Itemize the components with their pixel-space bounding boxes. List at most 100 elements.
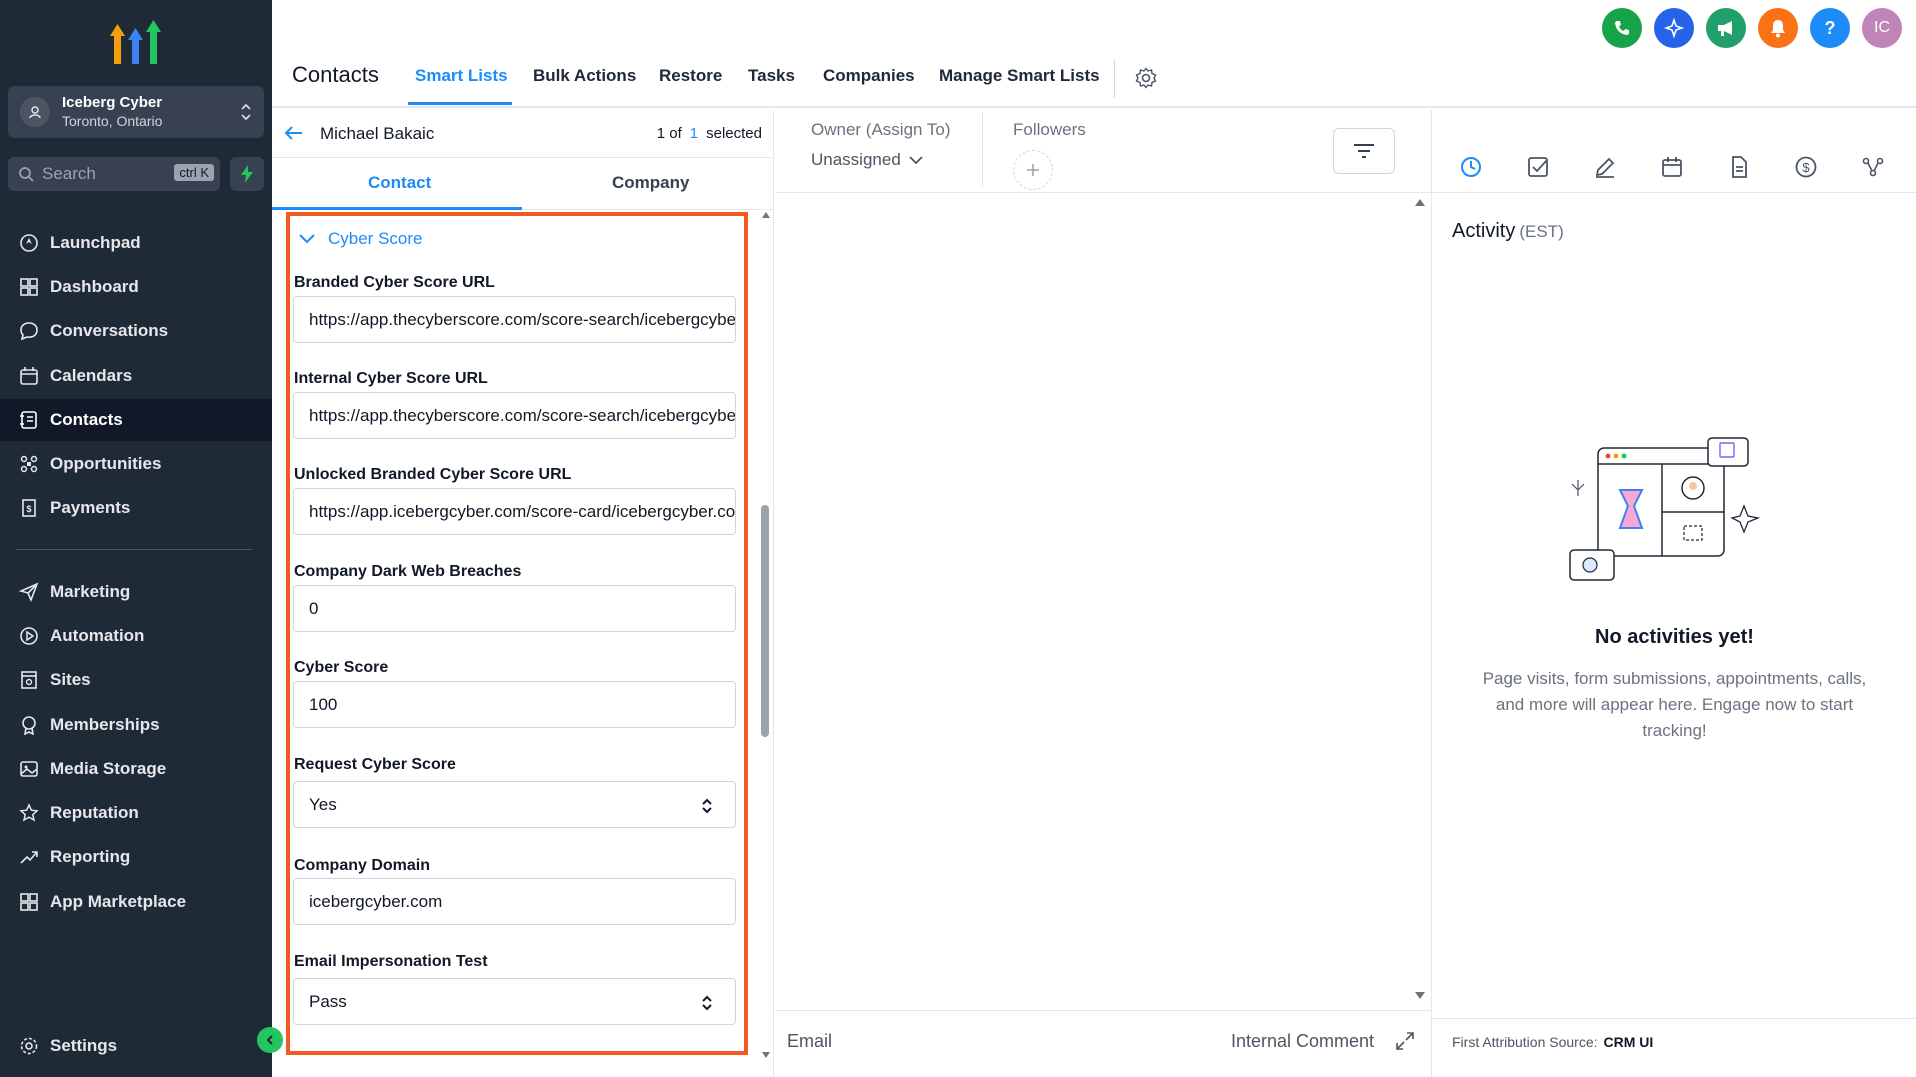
tab-manage-smart-lists[interactable]: Manage Smart Lists — [939, 66, 1100, 86]
sites-icon — [18, 669, 40, 691]
tab-smart-lists[interactable]: Smart Lists — [415, 66, 508, 86]
input-branded-cyber-score-url[interactable]: https://app.thecyberscore.com/score-sear… — [293, 296, 736, 343]
input-company-domain[interactable]: icebergcyber.com — [293, 878, 736, 925]
subtab-contact[interactable]: Contact — [368, 173, 431, 193]
opportunities-icon — [18, 453, 40, 475]
quick-actions-button[interactable] — [230, 157, 264, 191]
sidebar-item-reputation[interactable]: Reputation — [0, 792, 272, 834]
add-follower-button[interactable] — [1013, 150, 1053, 190]
followers-label: Followers — [1013, 120, 1086, 139]
select-request-cyber-score[interactable]: Yes — [293, 781, 736, 828]
brand-logo[interactable] — [108, 16, 164, 72]
filter-icon — [1353, 143, 1375, 159]
svg-text:$: $ — [1802, 160, 1810, 175]
input-company-dark-web-breaches[interactable]: 0 — [293, 585, 736, 632]
search-placeholder: Search — [42, 164, 96, 183]
activity-panel: $ Activity (EST) No activities yet! Page… — [1431, 110, 1916, 1077]
sidebar-item-conversations[interactable]: Conversations — [0, 310, 272, 352]
sidebar-item-label: Settings — [50, 1036, 118, 1055]
input-unlocked-branded-cyber-score-url[interactable]: https://app.icebergcyber.com/score-card/… — [293, 488, 736, 535]
active-tab-indicator — [408, 102, 512, 105]
section-toggle-cyber-score[interactable]: Cyber Score — [298, 229, 422, 249]
owner-select[interactable]: Unassigned — [811, 150, 923, 170]
scroll-down-icon[interactable] — [1415, 992, 1425, 1000]
expand-icon[interactable] — [1395, 1031, 1415, 1051]
tab-restore[interactable]: Restore — [659, 66, 722, 86]
pencil-icon[interactable] — [1592, 154, 1618, 180]
sidebar-item-label: Launchpad — [50, 233, 141, 252]
sidebar-item-payments[interactable]: $ Payments — [0, 487, 272, 529]
notifications-button[interactable] — [1758, 8, 1798, 48]
dollar-icon[interactable]: $ — [1793, 154, 1819, 180]
field-value: 0 — [309, 598, 319, 618]
ai-assist-button[interactable] — [1654, 8, 1694, 48]
activity-history-icon[interactable] — [1458, 154, 1484, 180]
document-icon[interactable] — [1726, 154, 1752, 180]
field-value: Yes — [309, 794, 337, 814]
composer-tab-email[interactable]: Email — [787, 1031, 832, 1052]
field-value: 100 — [309, 694, 338, 714]
scroll-up-icon[interactable] — [1415, 198, 1425, 206]
sidebar-item-opportunities[interactable]: Opportunities — [0, 443, 272, 485]
selection-count[interactable]: 1 — [690, 125, 698, 142]
contacts-icon — [18, 409, 40, 431]
sidebar-item-marketing[interactable]: Marketing — [0, 571, 272, 613]
plus-icon — [1026, 163, 1040, 177]
tasks-checkbox-icon[interactable] — [1525, 154, 1551, 180]
search-icon — [18, 166, 34, 182]
sidebar-item-contacts[interactable]: Contacts — [0, 399, 272, 441]
selection-suffix: selected — [706, 125, 762, 142]
sidebar-item-label: Contacts — [50, 410, 123, 429]
nav-divider — [16, 549, 252, 550]
header-actions: ? IC — [1602, 8, 1902, 48]
announcements-button[interactable] — [1706, 8, 1746, 48]
left-scrollbar-thumb[interactable] — [761, 505, 769, 737]
calendar-icon — [18, 365, 40, 387]
calendar-icon[interactable] — [1659, 154, 1685, 180]
settings-gear-icon[interactable] — [1134, 66, 1158, 90]
select-email-impersonation-test[interactable]: Pass — [293, 978, 736, 1025]
chevron-down-icon — [909, 155, 923, 165]
sidebar-item-label: Payments — [50, 498, 131, 517]
phone-button[interactable] — [1602, 8, 1642, 48]
chevron-updown-icon — [240, 102, 252, 122]
tab-tasks[interactable]: Tasks — [748, 66, 795, 86]
field-label-company-dark-web-breaches: Company Dark Web Breaches — [294, 563, 522, 580]
selection-prefix: 1 of — [656, 125, 682, 142]
payments-icon: $ — [18, 497, 40, 519]
field-value: https://app.thecyberscore.com/score-sear… — [309, 309, 736, 329]
center-divider — [775, 192, 1431, 193]
sidebar-item-settings[interactable]: Settings — [0, 1025, 272, 1067]
sidebar-item-sites[interactable]: Sites — [0, 659, 272, 701]
sidebar-item-calendars[interactable]: Calendars — [0, 355, 272, 397]
filter-button[interactable] — [1333, 128, 1395, 174]
owner-value: Unassigned — [811, 150, 901, 169]
activity-timezone: (EST) — [1519, 222, 1564, 241]
user-avatar[interactable]: IC — [1862, 8, 1902, 48]
sidebar-item-automation[interactable]: Automation — [0, 615, 272, 657]
input-cyber-score[interactable]: 100 — [293, 681, 736, 728]
sidebar-item-dashboard[interactable]: Dashboard — [0, 266, 272, 308]
tab-bulk-actions[interactable]: Bulk Actions — [533, 66, 636, 86]
tab-companies[interactable]: Companies — [823, 66, 915, 86]
conversation-panel: Owner (Assign To) Unassigned Followers E… — [775, 110, 1431, 1077]
search-shortcut: ctrl K — [174, 164, 214, 181]
sidebar-item-launchpad[interactable]: Launchpad — [0, 222, 272, 264]
dashboard-icon — [18, 276, 40, 298]
search-input[interactable]: Search ctrl K — [8, 157, 220, 191]
workflow-icon[interactable] — [1860, 154, 1886, 180]
subtab-company[interactable]: Company — [612, 173, 689, 193]
automation-icon — [18, 625, 40, 647]
account-switcher[interactable]: Iceberg Cyber Toronto, Ontario — [8, 86, 264, 138]
sidebar-item-media-storage[interactable]: Media Storage — [0, 748, 272, 790]
input-internal-cyber-score-url[interactable]: https://app.thecyberscore.com/score-sear… — [293, 392, 736, 439]
attribution-value: CRM UI — [1603, 1034, 1654, 1050]
sidebar-item-app-marketplace[interactable]: App Marketplace — [0, 881, 272, 923]
composer-tab-internal-comment[interactable]: Internal Comment — [1231, 1031, 1374, 1052]
sidebar-item-reporting[interactable]: Reporting — [0, 836, 272, 878]
help-button[interactable]: ? — [1810, 8, 1850, 48]
activity-footer-divider — [1432, 1018, 1916, 1019]
field-value: https://app.icebergcyber.com/score-card/… — [309, 501, 736, 521]
sidebar-item-memberships[interactable]: Memberships — [0, 704, 272, 746]
back-arrow-icon[interactable] — [284, 124, 304, 142]
